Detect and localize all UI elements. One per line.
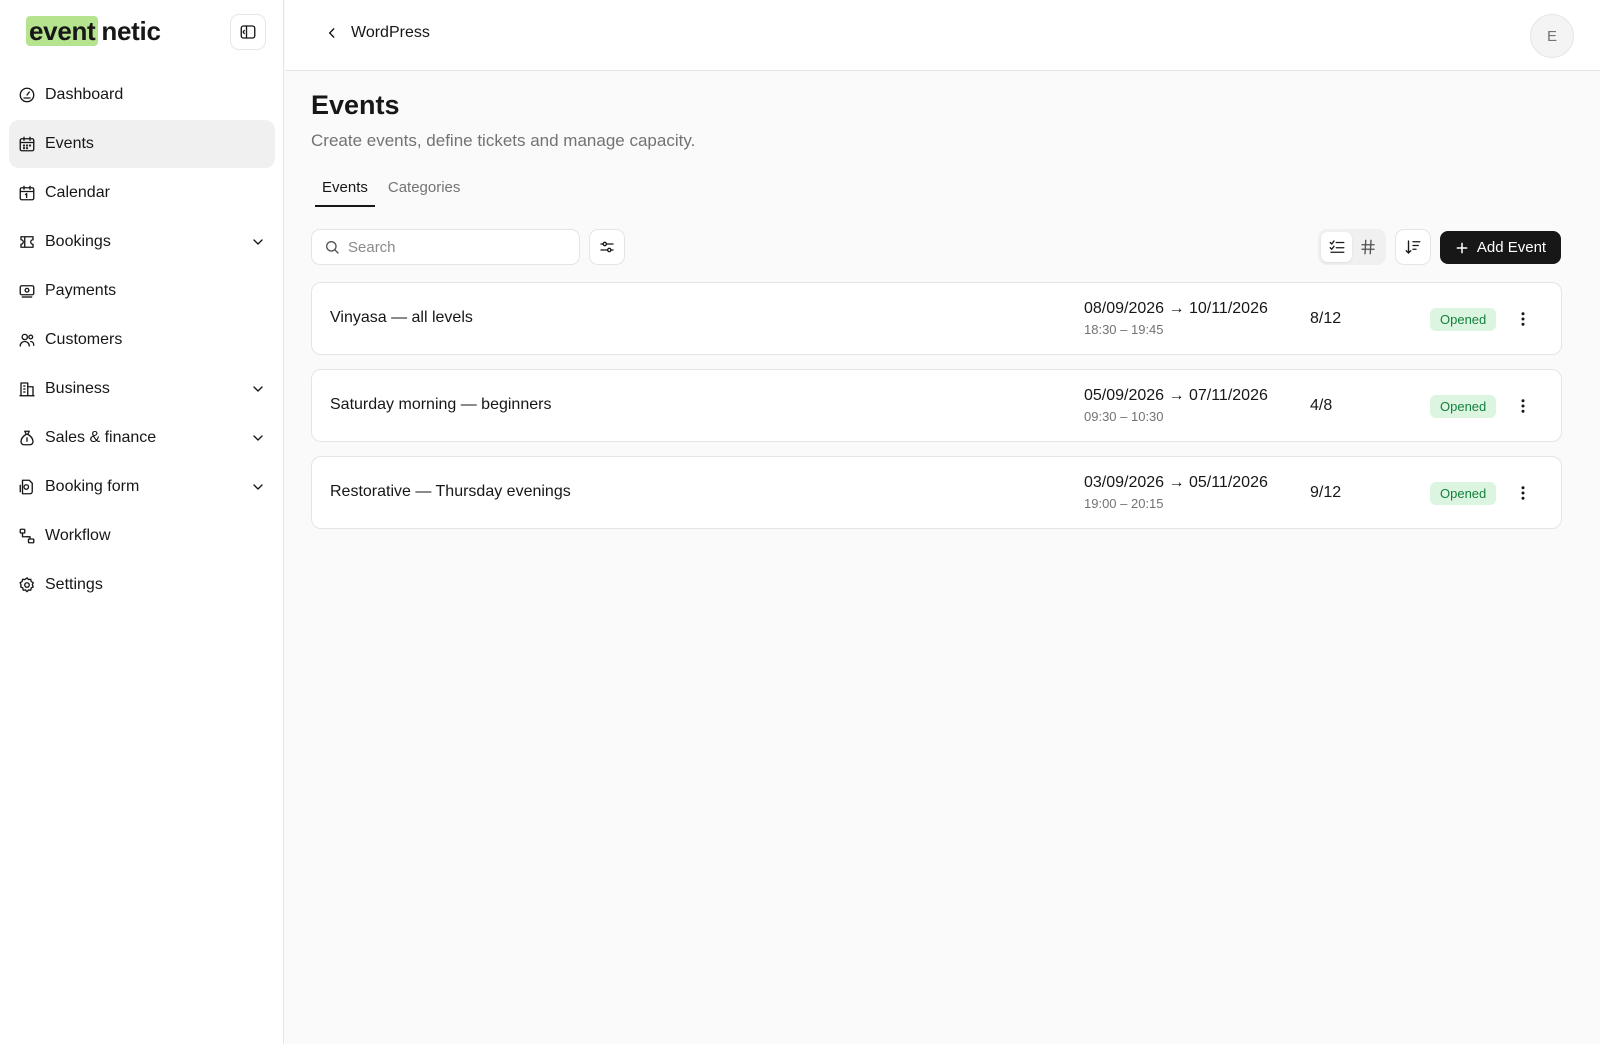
gauge-icon xyxy=(18,86,36,104)
sidebar-item-label: Customers xyxy=(45,331,123,348)
event-date-range: 03/09/2026 → 05/11/2026 xyxy=(1084,474,1268,491)
checklist-icon xyxy=(1329,240,1344,253)
back-link-label: WordPress xyxy=(351,24,430,41)
brand-logo-part2: netic xyxy=(101,15,161,46)
sidebar-item-business[interactable]: Business xyxy=(9,365,275,413)
event-capacity: 9/12 xyxy=(1310,484,1342,501)
page-title: Events xyxy=(311,90,400,120)
chevron-down-icon[interactable] xyxy=(250,430,266,446)
sidebar-item-label: Dashboard xyxy=(45,86,124,103)
users-icon xyxy=(18,331,36,349)
sidebar: event netic Dashboard Events Calendar Bo… xyxy=(0,0,284,1044)
sliders-icon xyxy=(600,241,614,253)
add-event-label: Add Event xyxy=(1476,239,1547,256)
calendar-icon xyxy=(18,184,36,202)
sidebar-item-customers[interactable]: Customers xyxy=(9,316,275,364)
sidebar-item-payments[interactable]: Payments xyxy=(9,267,275,315)
row-menu-button[interactable] xyxy=(1510,306,1536,332)
sidebar-item-label: Calendar xyxy=(45,184,110,201)
sort-icon xyxy=(1405,240,1421,254)
sidebar-collapse-button[interactable] xyxy=(230,14,266,50)
page-subtitle: Create events, define tickets and manage… xyxy=(311,131,696,150)
status-badge: Opened xyxy=(1430,308,1497,331)
back-link[interactable]: WordPress xyxy=(325,24,430,42)
event-time-range: 18:30 – 19:45 xyxy=(1084,322,1164,337)
hash-icon xyxy=(1360,239,1375,255)
sidebar-item-settings[interactable]: Settings xyxy=(9,561,275,609)
tab-categories[interactable]: Categories xyxy=(381,176,468,207)
event-name[interactable]: Vinyasa — all levels xyxy=(330,309,473,327)
event-row[interactable]: Vinyasa — all levels 08/09/2026 → 10/11/… xyxy=(311,282,1562,355)
chevron-down-icon[interactable] xyxy=(250,381,266,397)
event-time-range: 09:30 – 10:30 xyxy=(1084,409,1164,424)
ticket-icon xyxy=(18,233,36,251)
sidebar-item-label: Business xyxy=(45,380,110,397)
banknote-icon xyxy=(18,282,36,300)
add-event-button[interactable]: Add Event xyxy=(1440,231,1561,264)
more-vertical-icon xyxy=(1521,312,1525,326)
view-toggle xyxy=(1318,229,1386,265)
sort-button[interactable] xyxy=(1395,229,1431,265)
tab-bar: Events Categories xyxy=(315,176,473,207)
event-date-range: 08/09/2026 → 10/11/2026 xyxy=(1084,300,1268,317)
sidebar-item-workflow[interactable]: Workflow xyxy=(9,512,275,560)
event-date-range: 05/09/2026 → 07/11/2026 xyxy=(1084,387,1268,404)
sidebar-item-label: Workflow xyxy=(45,527,111,544)
event-name[interactable]: Restorative — Thursday evenings xyxy=(330,483,571,501)
more-vertical-icon xyxy=(1521,486,1525,500)
sidebar-item-label: Payments xyxy=(45,282,117,299)
gear-icon xyxy=(18,576,36,594)
sidebar-item-calendar[interactable]: Calendar xyxy=(9,169,275,217)
workflow-icon xyxy=(18,527,36,545)
event-row[interactable]: Saturday morning — beginners 05/09/2026 … xyxy=(311,369,1562,442)
row-menu-button[interactable] xyxy=(1510,393,1536,419)
event-capacity: 4/8 xyxy=(1310,397,1333,414)
chevron-left-icon xyxy=(328,28,335,38)
search-input[interactable] xyxy=(348,238,568,256)
building-icon xyxy=(18,380,36,398)
sidebar-item-sales-finance[interactable]: Sales & finance xyxy=(9,414,275,462)
filter-button[interactable] xyxy=(589,229,625,265)
form-icon xyxy=(18,478,36,496)
chevron-down-icon[interactable] xyxy=(250,479,266,495)
calendar-grid-icon xyxy=(18,135,36,153)
sidebar-item-dashboard[interactable]: Dashboard xyxy=(9,71,275,119)
sidebar-item-events[interactable]: Events xyxy=(9,120,275,168)
event-row[interactable]: Restorative — Thursday evenings 03/09/20… xyxy=(311,456,1562,529)
sidebar-item-label: Bookings xyxy=(45,233,111,250)
search-box xyxy=(311,229,580,265)
event-capacity: 8/12 xyxy=(1310,310,1342,327)
sidebar-nav: Dashboard Events Calendar Bookings Payme… xyxy=(9,71,275,610)
row-menu-button[interactable] xyxy=(1510,480,1536,506)
chevron-down-icon[interactable] xyxy=(250,234,266,250)
event-time-range: 19:00 – 20:15 xyxy=(1084,496,1164,511)
sidebar-toggle-icon xyxy=(240,25,256,39)
events-list: Vinyasa — all levels 08/09/2026 → 10/11/… xyxy=(311,282,1562,543)
brand-logo-part1: event xyxy=(26,16,99,46)
sidebar-item-label: Sales & finance xyxy=(45,429,157,446)
money-bag-icon xyxy=(18,429,36,447)
more-vertical-icon xyxy=(1521,399,1525,413)
grid-view-button[interactable] xyxy=(1352,232,1383,262)
tab-events[interactable]: Events xyxy=(315,176,375,207)
sidebar-item-label: Booking form xyxy=(45,478,140,495)
avatar[interactable]: E xyxy=(1530,14,1574,58)
status-badge: Opened xyxy=(1430,395,1497,418)
sidebar-item-label: Events xyxy=(45,135,94,152)
topbar: WordPress E xyxy=(285,0,1600,71)
brand-logo[interactable]: event netic xyxy=(26,15,161,47)
list-view-button[interactable] xyxy=(1321,232,1352,262)
plus-icon xyxy=(1456,242,1468,253)
sidebar-item-booking-form[interactable]: Booking form xyxy=(9,463,275,511)
sidebar-item-label: Settings xyxy=(45,576,103,593)
status-badge: Opened xyxy=(1430,482,1497,505)
search-icon xyxy=(326,241,339,254)
event-name[interactable]: Saturday morning — beginners xyxy=(330,396,551,414)
sidebar-item-bookings[interactable]: Bookings xyxy=(9,218,275,266)
